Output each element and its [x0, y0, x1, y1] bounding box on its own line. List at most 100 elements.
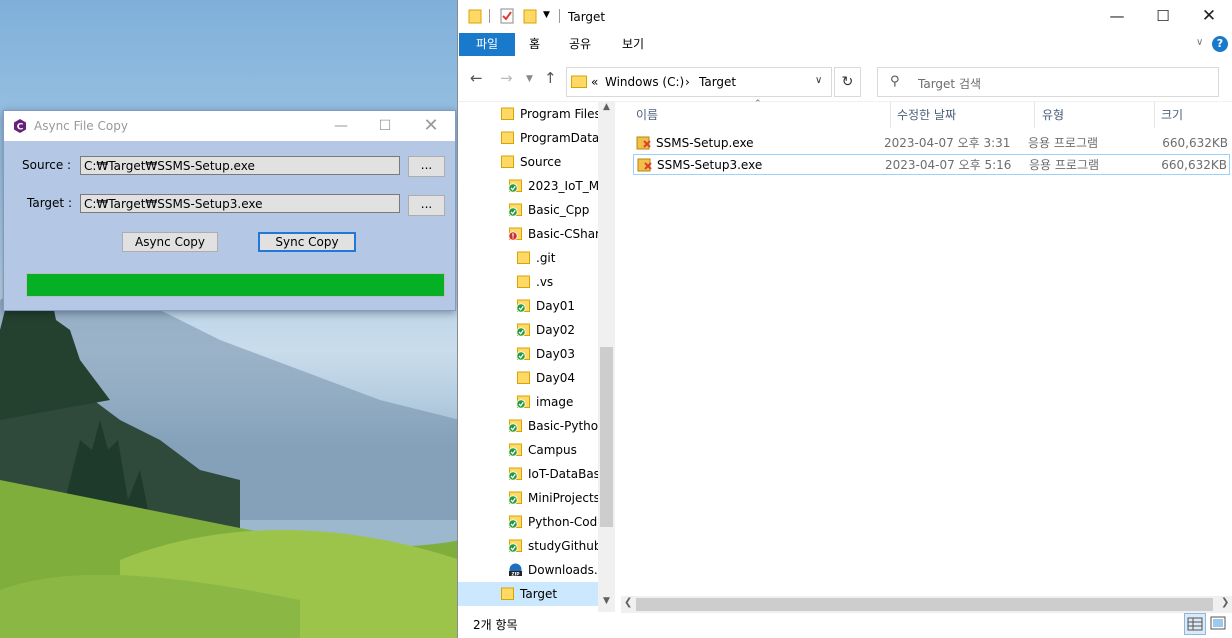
expand-ribbon-icon[interactable]: ∨ [1196, 37, 1203, 48]
tree-item[interactable]: Day01 [458, 294, 598, 318]
recent-locations-icon[interactable]: ▼ [526, 74, 533, 84]
new-folder-icon[interactable] [523, 8, 537, 24]
installer-exe-icon [637, 158, 652, 172]
address-bar[interactable]: « Windows (C:) › Target ∨ [566, 67, 832, 97]
tree-item[interactable]: ZIP Downloads.z [458, 558, 604, 582]
svg-text:C: C [17, 123, 24, 133]
close-button[interactable]: ✕ [408, 111, 454, 141]
file-modified: 2023-04-07 오후 5:16 [885, 158, 1012, 172]
tree-item-label: Day03 [536, 347, 575, 361]
maximize-button[interactable]: ☐ [1140, 0, 1186, 33]
scroll-up-icon[interactable]: ▲ [598, 102, 615, 112]
up-arrow-icon[interactable]: ↑ [544, 69, 557, 87]
source-label: Source : [22, 158, 72, 172]
tree-item-label: Source [520, 155, 562, 169]
back-arrow-icon[interactable]: ← [470, 69, 483, 87]
tree-item-label: Program Files [520, 107, 601, 121]
source-browse-button[interactable]: ... [408, 156, 445, 177]
tree-item-label: Target [520, 587, 558, 601]
search-box[interactable]: ⚲ Target 검색 [877, 67, 1219, 97]
app-title-bar[interactable]: C Async File Copy — ☐ ✕ [4, 111, 455, 141]
scrollbar-thumb[interactable] [636, 598, 1213, 611]
tree-item[interactable]: Program Files [458, 102, 601, 126]
minimize-button[interactable]: — [1094, 0, 1140, 33]
file-row[interactable]: SSMS-Setup3.exe 2023-04-07 오후 5:16 응용 프로그램… [633, 154, 1230, 175]
folder-icon [501, 131, 514, 144]
column-header-size[interactable]: 크기 [1161, 102, 1183, 128]
target-path-field[interactable]: C:₩Target₩SSMS-Setup3.exe [80, 194, 400, 213]
file-row[interactable]: SSMS-Setup.exe 2023-04-07 오후 3:31 응용 프로그램 6… [633, 133, 1230, 154]
tree-item-label: .vs [536, 275, 554, 289]
explorer-title: Target [568, 10, 606, 24]
large-icons-view-button[interactable] [1208, 613, 1230, 635]
divider [1154, 102, 1155, 128]
scroll-left-icon[interactable]: ❮ [624, 597, 632, 608]
quick-access-dropdown-icon[interactable]: ▼ [543, 10, 550, 20]
tree-item[interactable]: Source [458, 150, 598, 174]
tree-item[interactable]: Basic-Python [458, 414, 606, 438]
ribbon-tabs: 파일 홈 공유 보기 ∨ ? [458, 33, 1232, 56]
tree-item[interactable]: ProgramData [458, 126, 599, 150]
tree-item[interactable]: Basic_Cpp [458, 198, 598, 222]
tree-item-label: 2023_IoT_Mi [528, 179, 603, 193]
details-view-button[interactable] [1184, 613, 1206, 635]
close-button[interactable]: ✕ [1186, 0, 1232, 33]
source-path-field[interactable]: C:₩Target₩SSMS-Setup.exe [80, 156, 400, 175]
git-ok-icon [508, 203, 522, 216]
tree-item[interactable]: Campus [458, 438, 598, 462]
tree-item[interactable]: image [458, 390, 598, 414]
navigation-scrollbar[interactable]: ▲ ▼ [598, 102, 615, 612]
tree-item-label: Day02 [536, 323, 575, 337]
async-copy-button[interactable]: Async Copy [122, 232, 218, 252]
tree-item[interactable]: 2023_IoT_Mi [458, 174, 602, 198]
tree-item[interactable]: Day04 [458, 366, 598, 390]
tree-item[interactable]: studyGithub2 [458, 534, 609, 558]
git-ok-icon [508, 443, 522, 456]
breadcrumb-overflow[interactable]: « [591, 75, 598, 89]
help-icon[interactable]: ? [1212, 36, 1228, 52]
maximize-button[interactable]: ☐ [362, 111, 408, 141]
tab-view[interactable]: 보기 [622, 33, 644, 56]
tree-item[interactable]: MiniProjects [458, 486, 600, 510]
app-logo-icon: C [14, 119, 26, 133]
properties-icon[interactable] [500, 8, 514, 24]
copy-progress-bar [26, 273, 445, 297]
refresh-button[interactable]: ↻ [834, 67, 861, 97]
tree-item[interactable]: Basic-CSharp [458, 222, 608, 246]
forward-arrow-icon[interactable]: → [500, 69, 513, 87]
column-header-type[interactable]: 유형 [1042, 102, 1064, 128]
tree-item[interactable]: .git [458, 246, 598, 270]
folder-icon [468, 9, 482, 24]
tab-home[interactable]: 홈 [529, 33, 540, 56]
sync-copy-button[interactable]: Sync Copy [258, 232, 356, 252]
divider [890, 102, 891, 128]
tree-item[interactable]: .vs [458, 270, 598, 294]
file-size: 660,632KB [1162, 136, 1228, 150]
file-type: 응용 프로그램 [1029, 158, 1100, 172]
chevron-down-icon[interactable]: ∨ [815, 75, 822, 86]
tree-item[interactable]: IoT-DataBase [458, 462, 607, 486]
column-header-modified[interactable]: 수정한 날짜 [897, 102, 956, 128]
scrollbar-thumb[interactable] [600, 347, 613, 527]
explorer-title-bar[interactable]: ▼ Target — ☐ ✕ [458, 0, 1232, 33]
tree-item[interactable]: Target [458, 582, 598, 606]
tree-item-label: studyGithub2 [528, 539, 610, 553]
tree-item-label: Basic_Cpp [528, 203, 590, 217]
tree-item[interactable]: Python-Codi [458, 510, 601, 534]
target-browse-button[interactable]: ... [408, 195, 445, 216]
tree-item[interactable]: Day03 [458, 342, 598, 366]
tree-item[interactable]: Day02 [458, 318, 598, 342]
minimize-button[interactable]: — [318, 111, 364, 141]
item-count: 2개 항목 [473, 618, 518, 632]
column-header-name[interactable]: 이름 [636, 102, 658, 128]
tab-share[interactable]: 공유 [569, 33, 591, 56]
scroll-right-icon[interactable]: ❯ [1221, 597, 1229, 608]
breadcrumb-folder[interactable]: Target [699, 75, 736, 89]
folder-icon [571, 75, 587, 88]
breadcrumb-separator: › [685, 75, 690, 89]
breadcrumb-drive[interactable]: Windows (C:) [605, 75, 684, 89]
scroll-down-icon[interactable]: ▼ [598, 596, 615, 606]
horizontal-scrollbar[interactable]: ❮ ❯ [621, 596, 1232, 613]
file-name: SSMS-Setup3.exe [657, 158, 763, 172]
tab-file[interactable]: 파일 [459, 33, 515, 56]
